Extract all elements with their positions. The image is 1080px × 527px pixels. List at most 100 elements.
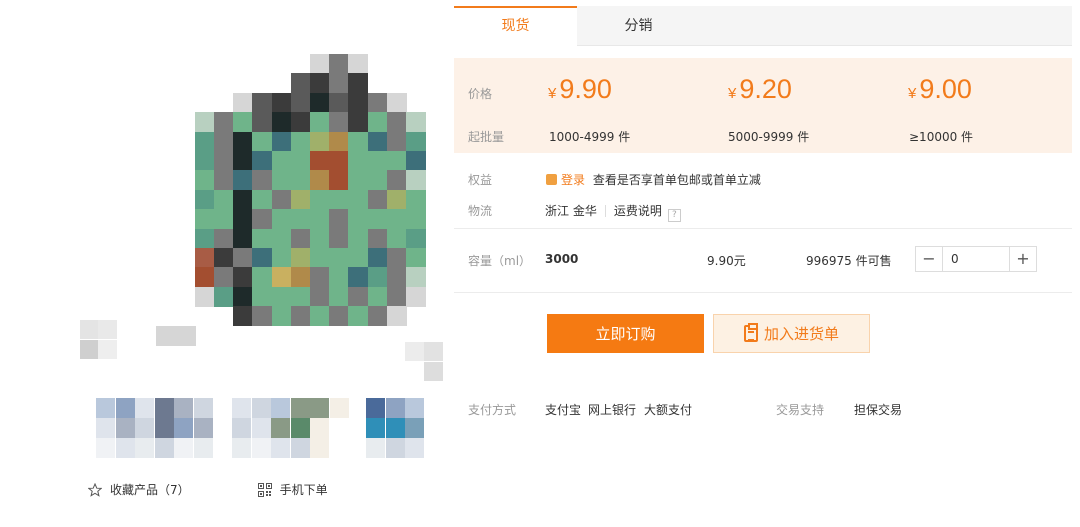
image-pixel (271, 189, 292, 210)
gallery-actions: 收藏产品 （7） 手机下单 (88, 481, 328, 498)
image-pixel (214, 151, 234, 171)
image-pixel (348, 151, 369, 171)
image-pixel (80, 320, 99, 339)
currency-symbol: ¥ (548, 85, 557, 102)
image-pixel (214, 228, 234, 249)
thumbnail-pixel (290, 398, 310, 418)
image-pixel (194, 131, 215, 152)
thumbnail-pixel (310, 418, 329, 438)
image-pixel (233, 209, 254, 230)
image-pixel (310, 54, 330, 74)
favorite-product-link[interactable]: 收藏产品 （7） (88, 481, 190, 498)
image-pixel (233, 151, 254, 171)
image-pixel (367, 170, 388, 191)
buy-now-button[interactable]: 立即订购 (547, 314, 704, 353)
image-pixel (329, 112, 350, 133)
image-pixel (386, 92, 407, 113)
product-thumbnail-2[interactable] (232, 398, 349, 458)
sku-attribute-label: 容量（ml） (468, 254, 532, 268)
help-icon[interactable]: ? (667, 209, 681, 222)
image-pixel (348, 306, 369, 327)
quantity-input[interactable] (942, 247, 1010, 271)
image-pixel (386, 131, 407, 152)
image-pixel (367, 306, 388, 327)
image-pixel (348, 248, 369, 268)
image-pixel (386, 248, 407, 268)
image-pixel (233, 228, 254, 249)
image-pixel (290, 248, 311, 268)
image-pixel (98, 340, 117, 359)
image-pixel (405, 342, 424, 361)
thumbnail-pixel (310, 398, 329, 418)
moq-label: 起批量 (468, 130, 505, 144)
image-pixel (271, 151, 292, 171)
tab-bar: 现货 分销 (454, 6, 1072, 47)
price-tier-3: ¥9.00 (908, 74, 972, 105)
product-thumbnail-1[interactable] (96, 398, 214, 458)
image-pixel (290, 209, 311, 230)
image-pixel (252, 267, 273, 288)
image-pixel (214, 267, 234, 288)
favorite-label: 收藏产品 (110, 483, 159, 497)
image-pixel (367, 228, 388, 249)
image-pixel (214, 209, 234, 230)
thumbnail-pixel (290, 418, 310, 438)
image-pixel (386, 189, 407, 210)
login-link[interactable]: 登录 (561, 173, 585, 187)
image-pixel (329, 54, 350, 74)
image-pixel (424, 342, 443, 361)
image-pixel (329, 267, 350, 288)
image-pixel (367, 267, 388, 288)
thumbnail-pixel (154, 438, 174, 458)
image-pixel (348, 112, 369, 133)
image-pixel (310, 248, 330, 268)
mobile-order-link[interactable]: 手机下单 (257, 481, 328, 498)
divider (454, 228, 1072, 229)
image-pixel (194, 112, 215, 133)
image-pixel (290, 189, 311, 210)
thumbnail-pixel (251, 398, 271, 418)
image-pixel (310, 170, 330, 191)
thumbnail-pixel (96, 398, 115, 418)
quantity-range-3: ≥10000 件 (909, 130, 974, 144)
tab-distribution[interactable]: 分销 (577, 6, 700, 46)
image-pixel (406, 209, 426, 230)
image-pixel (214, 189, 234, 210)
thumbnail-pixel (271, 438, 290, 458)
separator (604, 205, 606, 217)
shipping-info-link[interactable]: 运费说明 (614, 204, 662, 218)
thumbnail-pixel (310, 438, 329, 458)
product-thumbnail-3[interactable] (366, 398, 426, 458)
thumbnail-pixel (329, 398, 349, 418)
thumbnail-pixel (366, 418, 385, 438)
star-icon (88, 482, 102, 497)
image-pixel (406, 248, 426, 268)
shipping-origin: 浙江 金华 (545, 204, 597, 218)
image-pixel (271, 170, 292, 191)
quantity-stepper[interactable]: − + (915, 246, 1037, 272)
image-pixel (367, 151, 388, 171)
mobile-order-label: 手机下单 (279, 483, 328, 497)
image-pixel (348, 73, 369, 94)
image-pixel (367, 112, 388, 133)
logistics-content: 浙江 金华 运费说明? (545, 202, 681, 222)
image-pixel (214, 131, 234, 152)
tab-in-stock[interactable]: 现货 (454, 6, 577, 47)
increment-button[interactable]: + (1010, 247, 1036, 271)
logistics-row: 物流 浙江 金华 运费说明? (454, 201, 1072, 222)
image-pixel (386, 112, 407, 133)
image-pixel (310, 228, 330, 249)
thumbnail-pixel (193, 418, 213, 438)
product-main-image[interactable] (80, 48, 448, 388)
image-pixel (252, 286, 273, 307)
image-pixel (329, 92, 350, 113)
image-pixel (329, 286, 350, 307)
decrement-button[interactable]: − (916, 247, 942, 271)
thumbnail-pixel (251, 418, 271, 438)
image-pixel (310, 112, 330, 133)
add-to-cart-button[interactable]: 加入进货单 (713, 314, 870, 353)
quantity-range-2: 5000-9999 件 (728, 130, 810, 144)
thumbnail-pixel (96, 418, 115, 438)
image-pixel (348, 54, 369, 74)
trade-support-label: 交易支持 (776, 403, 825, 417)
